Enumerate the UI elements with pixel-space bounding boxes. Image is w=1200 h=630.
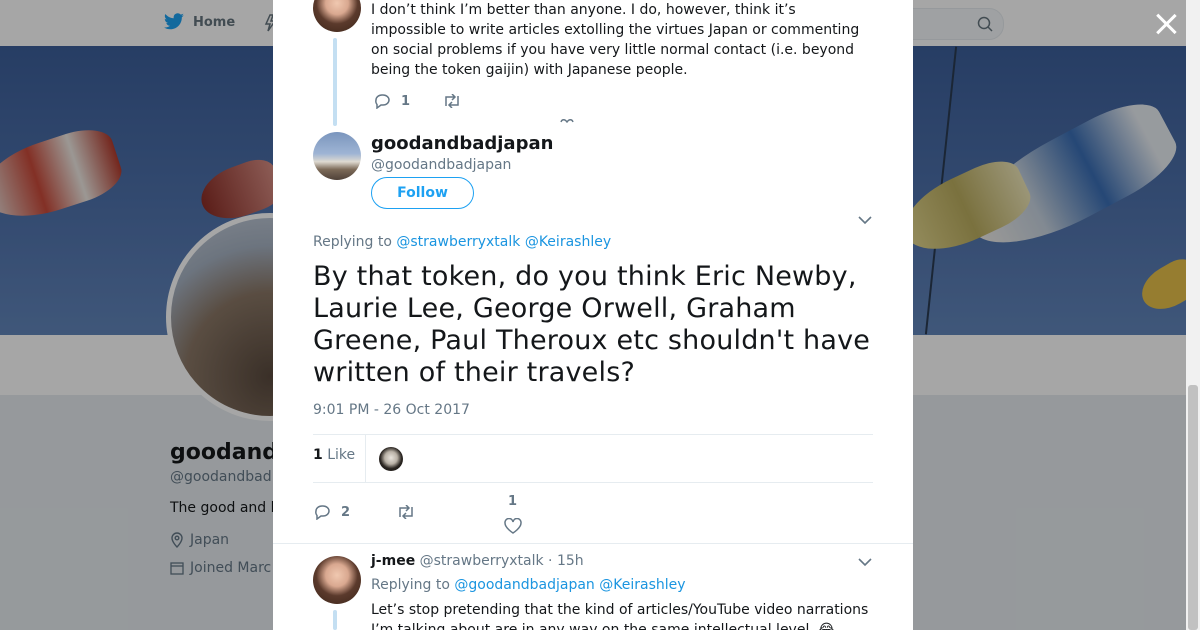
reply-button[interactable]: 1 — [373, 93, 410, 109]
mention-link[interactable]: @strawberryxtalk — [396, 234, 520, 250]
author-avatar[interactable] — [313, 132, 361, 180]
jmee-avatar-top[interactable] — [313, 0, 361, 32]
mention-link[interactable]: @Keirashley — [599, 577, 685, 593]
follow-button[interactable]: Follow — [371, 177, 474, 209]
likes-stat[interactable]: 1 Like — [313, 447, 355, 463]
reply-count: 1 — [401, 93, 411, 109]
replying-to-label: Replying to — [371, 577, 450, 593]
like-count: 1 — [508, 494, 518, 509]
chevron-down-icon[interactable] — [858, 215, 872, 225]
reply-author-name: j-mee — [371, 553, 416, 569]
replying-to: Replying to @goodandbadjapan @Keirashley — [371, 577, 686, 593]
author-handle[interactable]: @goodandbadjapan — [371, 157, 511, 173]
tweet-actions: 2 1 — [313, 492, 522, 534]
retweet-icon — [399, 505, 413, 519]
tweet-modal: I don’t think I’m better than anyone. I … — [273, 0, 913, 630]
stats-divider — [365, 435, 366, 482]
reply-author-avatar[interactable] — [313, 556, 361, 604]
heart-icon — [504, 518, 522, 534]
chevron-down-icon[interactable] — [858, 557, 872, 567]
retweet-button[interactable] — [396, 505, 416, 519]
likes-label: Like — [327, 447, 356, 463]
scrollbar-thumb[interactable] — [1188, 385, 1198, 630]
reply-tweet-text: Let’s stop pretending that the kind of a… — [371, 602, 869, 630]
reply-author-handle-time: @strawberryxtalk · 15h — [419, 553, 584, 569]
parent-tweet-actions: 1 — [373, 93, 494, 109]
like-icon-partial — [560, 119, 574, 123]
likes-number: 1 — [313, 447, 323, 463]
thread-line — [333, 38, 337, 126]
reply-icon — [315, 505, 330, 520]
tweet-timestamp[interactable]: 9:01 PM - 26 Oct 2017 — [313, 402, 470, 418]
close-icon[interactable] — [1154, 12, 1178, 36]
retweet-button[interactable] — [442, 94, 462, 108]
thread-line — [333, 610, 337, 630]
liker-avatar[interactable] — [379, 447, 403, 471]
author-name[interactable]: goodandbadjapan — [371, 133, 553, 154]
replying-to: Replying to @strawberryxtalk @Keirashley — [313, 234, 611, 250]
reply-count: 2 — [341, 504, 351, 520]
tweet-stats: 1 Like — [313, 434, 873, 483]
mention-link[interactable]: @Keirashley — [525, 234, 611, 250]
mention-link[interactable]: @goodandbadjapan — [454, 577, 594, 593]
parent-tweet-text: I don’t think I’m better than anyone. I … — [371, 2, 860, 78]
tweet-text: By that token, do you think Eric Newby, … — [313, 261, 871, 388]
reply-author[interactable]: j-mee @strawberryxtalk · 15h — [371, 553, 584, 569]
reply-icon — [375, 94, 390, 109]
retweet-icon — [445, 94, 459, 108]
replying-to-label: Replying to — [313, 234, 392, 250]
reply-button[interactable]: 2 — [313, 504, 350, 520]
divider — [273, 543, 913, 544]
like-button[interactable]: 1 — [502, 492, 522, 534]
